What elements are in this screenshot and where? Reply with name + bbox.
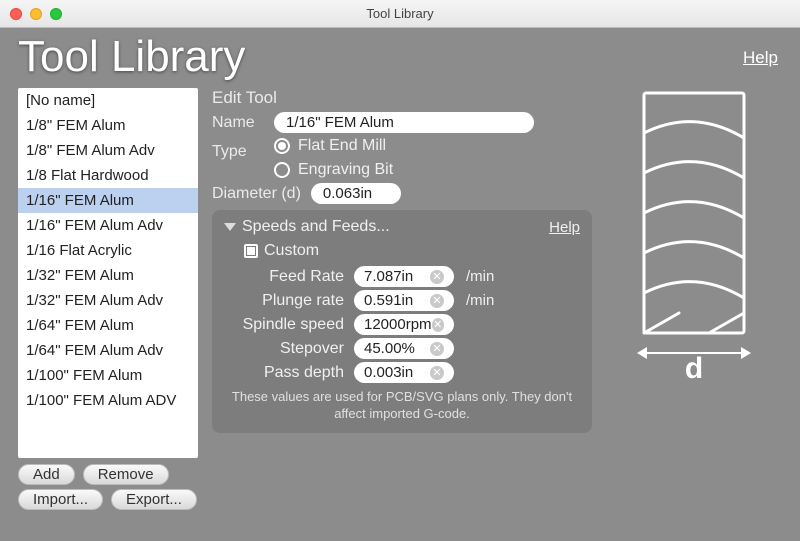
- spindle-label: Spindle speed: [224, 316, 354, 334]
- feed-rate-input[interactable]: 7.087in ✕: [354, 266, 454, 287]
- page-title: Tool Library: [18, 28, 782, 88]
- custom-checkbox[interactable]: Custom: [244, 242, 580, 260]
- clear-icon[interactable]: ✕: [430, 270, 444, 284]
- list-item[interactable]: 1/32" FEM Alum: [18, 263, 198, 288]
- section-title: Edit Tool: [212, 88, 592, 108]
- export-button[interactable]: Export...: [111, 489, 197, 510]
- type-option-engraving-label: Engraving Bit: [298, 161, 393, 179]
- list-item[interactable]: 1/100" FEM Alum ADV: [18, 388, 198, 413]
- titlebar: Tool Library: [0, 0, 800, 28]
- plunge-unit: /min: [466, 292, 494, 309]
- chevron-down-icon: [224, 223, 236, 231]
- list-item[interactable]: 1/8 Flat Hardwood: [18, 163, 198, 188]
- feed-rate-value: 7.087in: [364, 268, 413, 285]
- feed-rate-label: Feed Rate: [224, 268, 354, 286]
- list-item[interactable]: 1/64" FEM Alum Adv: [18, 338, 198, 363]
- remove-button[interactable]: Remove: [83, 464, 169, 485]
- plunge-label: Plunge rate: [224, 292, 354, 310]
- speeds-help-link[interactable]: Help: [549, 219, 580, 236]
- spindle-value: 12000rpm: [364, 316, 432, 333]
- diameter-input[interactable]: 0.063in: [311, 183, 401, 204]
- passdepth-input[interactable]: 0.003in ✕: [354, 362, 454, 383]
- tool-diagram: d: [606, 88, 782, 488]
- list-item[interactable]: 1/100" FEM Alum: [18, 363, 198, 388]
- spindle-input[interactable]: 12000rpm ✕: [354, 314, 454, 335]
- list-item[interactable]: 1/32" FEM Alum Adv: [18, 288, 198, 313]
- checkbox-icon: [244, 244, 258, 258]
- window-title: Tool Library: [0, 6, 800, 21]
- clear-icon[interactable]: ✕: [430, 342, 444, 356]
- list-item[interactable]: 1/8" FEM Alum: [18, 113, 198, 138]
- diameter-label: Diameter (d): [212, 185, 301, 203]
- stepover-input[interactable]: 45.00% ✕: [354, 338, 454, 359]
- list-item[interactable]: 1/64" FEM Alum: [18, 313, 198, 338]
- add-button[interactable]: Add: [18, 464, 75, 485]
- speeds-panel: Speeds and Feeds... Help Custom Feed Rat…: [212, 210, 592, 433]
- type-option-flat-label: Flat End Mill: [298, 137, 386, 155]
- clear-icon[interactable]: ✕: [432, 318, 444, 332]
- feed-rate-unit: /min: [466, 268, 494, 285]
- speeds-disclosure[interactable]: Speeds and Feeds...: [224, 218, 390, 236]
- list-item[interactable]: [No name]: [18, 88, 198, 113]
- plunge-value: 0.591in: [364, 292, 413, 309]
- tool-list[interactable]: [No name]1/8" FEM Alum1/8" FEM Alum Adv1…: [18, 88, 198, 458]
- type-option-flat[interactable]: Flat End Mill: [274, 137, 393, 155]
- clear-icon[interactable]: ✕: [430, 294, 444, 308]
- dimension-label: d: [685, 352, 703, 386]
- plunge-input[interactable]: 0.591in ✕: [354, 290, 454, 311]
- radio-icon: [274, 162, 290, 178]
- passdepth-value: 0.003in: [364, 364, 413, 381]
- stepover-value: 45.00%: [364, 340, 415, 357]
- speeds-note: These values are used for PCB/SVG plans …: [224, 389, 580, 423]
- speeds-title: Speeds and Feeds...: [242, 218, 390, 236]
- name-input[interactable]: 1/16" FEM Alum: [274, 112, 534, 133]
- list-item[interactable]: 1/16 Flat Acrylic: [18, 238, 198, 263]
- custom-label: Custom: [264, 242, 319, 260]
- list-item[interactable]: 1/8" FEM Alum Adv: [18, 138, 198, 163]
- passdepth-label: Pass depth: [224, 364, 354, 382]
- name-label: Name: [212, 114, 264, 132]
- dimension-arrow-icon: [639, 352, 749, 354]
- stepover-label: Stepover: [224, 340, 354, 358]
- list-item[interactable]: 1/16" FEM Alum Adv: [18, 213, 198, 238]
- list-item[interactable]: 1/16" FEM Alum: [18, 188, 198, 213]
- import-button[interactable]: Import...: [18, 489, 103, 510]
- clear-icon[interactable]: ✕: [430, 366, 444, 380]
- endmill-icon: [624, 88, 764, 348]
- radio-icon: [274, 138, 290, 154]
- type-label: Type: [212, 137, 264, 161]
- type-option-engraving[interactable]: Engraving Bit: [274, 161, 393, 179]
- help-link[interactable]: Help: [743, 48, 778, 68]
